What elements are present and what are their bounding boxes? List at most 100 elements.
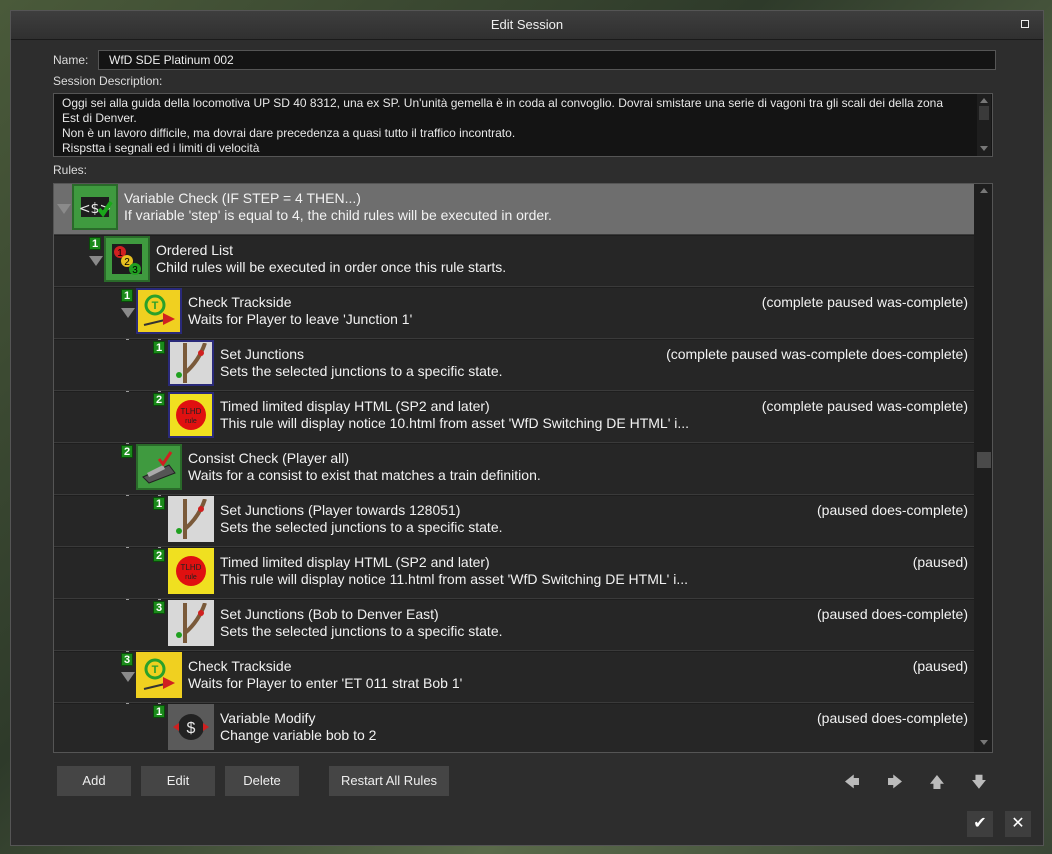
rule-title: Check Trackside [188, 658, 292, 674]
scroll-up-icon[interactable] [980, 98, 988, 103]
edit-button[interactable]: Edit [141, 766, 215, 796]
rule-description: This rule will display notice 11.html fr… [220, 571, 688, 587]
expand-arrow-icon[interactable] [121, 672, 135, 682]
arrow-left-icon[interactable]: 🡄 [844, 775, 860, 791]
svg-text:TLHD: TLHD [181, 563, 202, 572]
rule-status: (paused does-complete) [817, 710, 968, 726]
rule-status: (paused does-complete) [817, 502, 968, 518]
rule-description: Waits for Player to enter 'ET 011 strat … [188, 675, 463, 691]
delete-button[interactable]: Delete [225, 766, 299, 796]
rules-label: Rules: [53, 163, 88, 177]
description-scrollbar[interactable] [977, 94, 991, 156]
rule-status: (paused does-complete) [817, 606, 968, 622]
description-line: Oggi sei alla guida della locomotiva UP … [62, 96, 944, 110]
timed-display-icon: TLHD rule [168, 548, 214, 594]
svg-text:T: T [152, 300, 159, 312]
rule-title: Variable Modify [220, 710, 316, 726]
rules-scrollbar[interactable] [977, 184, 991, 752]
svg-text:rule: rule [185, 574, 197, 581]
edit-session-dialog: Edit Session Name: WfD SDE Platinum 002 … [10, 10, 1044, 846]
rule-description: Waits for a consist to exist that matche… [188, 467, 541, 483]
rule-order-badge: 3 [153, 601, 165, 614]
rule-row[interactable]: 2 Consist Check (Player all) Waits for a… [54, 444, 974, 495]
rule-description: If variable 'step' is equal to 4, the ch… [124, 207, 552, 223]
svg-text:T: T [152, 664, 159, 676]
expand-arrow-icon[interactable] [57, 204, 71, 214]
rule-row[interactable]: 1 Set Junctions Sets the selected juncti… [54, 340, 974, 391]
set-junctions-icon [168, 340, 214, 386]
rule-title: Check Trackside [188, 294, 292, 310]
rule-row[interactable]: 1 Set Junctions (Player towards 128051) … [54, 496, 974, 547]
rule-order-badge: 2 [153, 393, 165, 406]
rule-description: Sets the selected junctions to a specifi… [220, 623, 503, 639]
rule-row[interactable]: 2 TLHD rule Timed limited display HTML (S… [54, 392, 974, 443]
rule-order-badge: 2 [153, 549, 165, 562]
title-bar[interactable]: Edit Session [11, 11, 1043, 40]
svg-text:3: 3 [132, 265, 138, 276]
rule-title: Variable Check (IF STEP = 4 THEN...) [124, 190, 361, 206]
rule-description: Sets the selected junctions to a specifi… [220, 519, 503, 535]
arrow-up-icon[interactable]: 🡅 [929, 775, 945, 791]
svg-text:$: $ [187, 720, 196, 737]
rule-status: (paused) [912, 658, 968, 674]
rule-status: (complete paused was-complete does-compl… [666, 346, 968, 362]
rule-status: (complete paused was-complete) [761, 398, 968, 414]
restart-all-rules-button[interactable]: Restart All Rules [329, 766, 449, 796]
rule-row[interactable]: 3 Set Junctions (Bob to Denver East) Set… [54, 600, 974, 651]
check-trackside-icon: T [136, 652, 182, 698]
svg-text:rule: rule [185, 418, 197, 425]
description-textarea[interactable]: Oggi sei alla guida della locomotiva UP … [53, 93, 993, 157]
timed-display-icon: TLHD rule [168, 392, 214, 438]
rules-list[interactable]: <$> Variable Check (IF STEP = 4 THEN...)… [53, 183, 993, 753]
rule-title: Set Junctions (Bob to Denver East) [220, 606, 439, 622]
rule-row[interactable]: <$> Variable Check (IF STEP = 4 THEN...)… [54, 184, 974, 235]
description-line: Non è un lavoro difficile, ma dovrai dar… [62, 126, 516, 140]
rule-order-badge: 1 [153, 497, 165, 510]
rule-description: This rule will display notice 10.html fr… [220, 415, 690, 431]
scroll-thumb[interactable] [977, 452, 991, 468]
expand-arrow-icon[interactable] [89, 256, 103, 266]
set-junctions-icon [168, 496, 214, 542]
rule-title: Set Junctions (Player towards 128051) [220, 502, 461, 518]
rule-row[interactable]: 1 T Check Trackside Waits for Player to … [54, 288, 974, 339]
rule-row[interactable]: 2 TLHD rule Timed limited display HTML (S… [54, 548, 974, 599]
rule-title: Consist Check (Player all) [188, 450, 350, 466]
rule-row[interactable]: 1 $ Variable Modify Change variable bob … [54, 704, 974, 752]
variable-modify-icon: $ [168, 704, 214, 750]
description-line: Est di Denver. [62, 111, 137, 125]
scroll-up-icon[interactable] [980, 188, 988, 193]
rule-title: Set Junctions [220, 346, 305, 362]
arrow-right-icon[interactable]: 🡆 [887, 775, 903, 791]
variable-check-icon: <$> [72, 184, 118, 230]
ordered-list-icon: 123 [104, 236, 150, 282]
rule-status: (complete paused was-complete) [761, 294, 968, 310]
dialog-title: Edit Session [490, 17, 564, 32]
rule-description: Change variable bob to 2 [220, 727, 377, 743]
rule-row[interactable]: 1 123 Ordered List Child rules will be e… [54, 236, 974, 287]
arrow-down-icon[interactable]: 🡇 [971, 775, 987, 791]
rule-order-badge: 2 [121, 445, 133, 458]
rule-title: Timed limited display HTML (SP2 and late… [220, 554, 490, 570]
maximize-icon[interactable] [1021, 20, 1029, 28]
name-input[interactable]: WfD SDE Platinum 002 [98, 50, 996, 70]
scroll-thumb[interactable] [979, 106, 989, 120]
rule-order-badge: 1 [121, 289, 133, 302]
rule-description: Waits for Player to leave 'Junction 1' [188, 311, 413, 327]
rule-order-badge: 3 [121, 653, 133, 666]
rule-order-badge: 1 [153, 705, 165, 718]
check-trackside-icon: T [136, 288, 182, 334]
description-label: Session Description: [53, 74, 163, 88]
rule-row[interactable]: 3 T Check Trackside Waits for Player to … [54, 652, 974, 703]
consist-check-icon [136, 444, 182, 490]
tlhd-icon-text: TLHD [181, 407, 202, 416]
scroll-down-icon[interactable] [980, 146, 988, 151]
add-button[interactable]: Add [57, 766, 131, 796]
rule-title: Timed limited display HTML (SP2 and late… [220, 398, 490, 414]
rule-order-badge: 1 [89, 237, 101, 250]
ok-button[interactable]: ✔ [967, 811, 993, 837]
cancel-button[interactable]: ✕ [1005, 811, 1031, 837]
rule-order-badge: 1 [153, 341, 165, 354]
rule-description: Sets the selected junctions to a specifi… [220, 363, 503, 379]
expand-arrow-icon[interactable] [121, 308, 135, 318]
scroll-down-icon[interactable] [980, 740, 988, 745]
